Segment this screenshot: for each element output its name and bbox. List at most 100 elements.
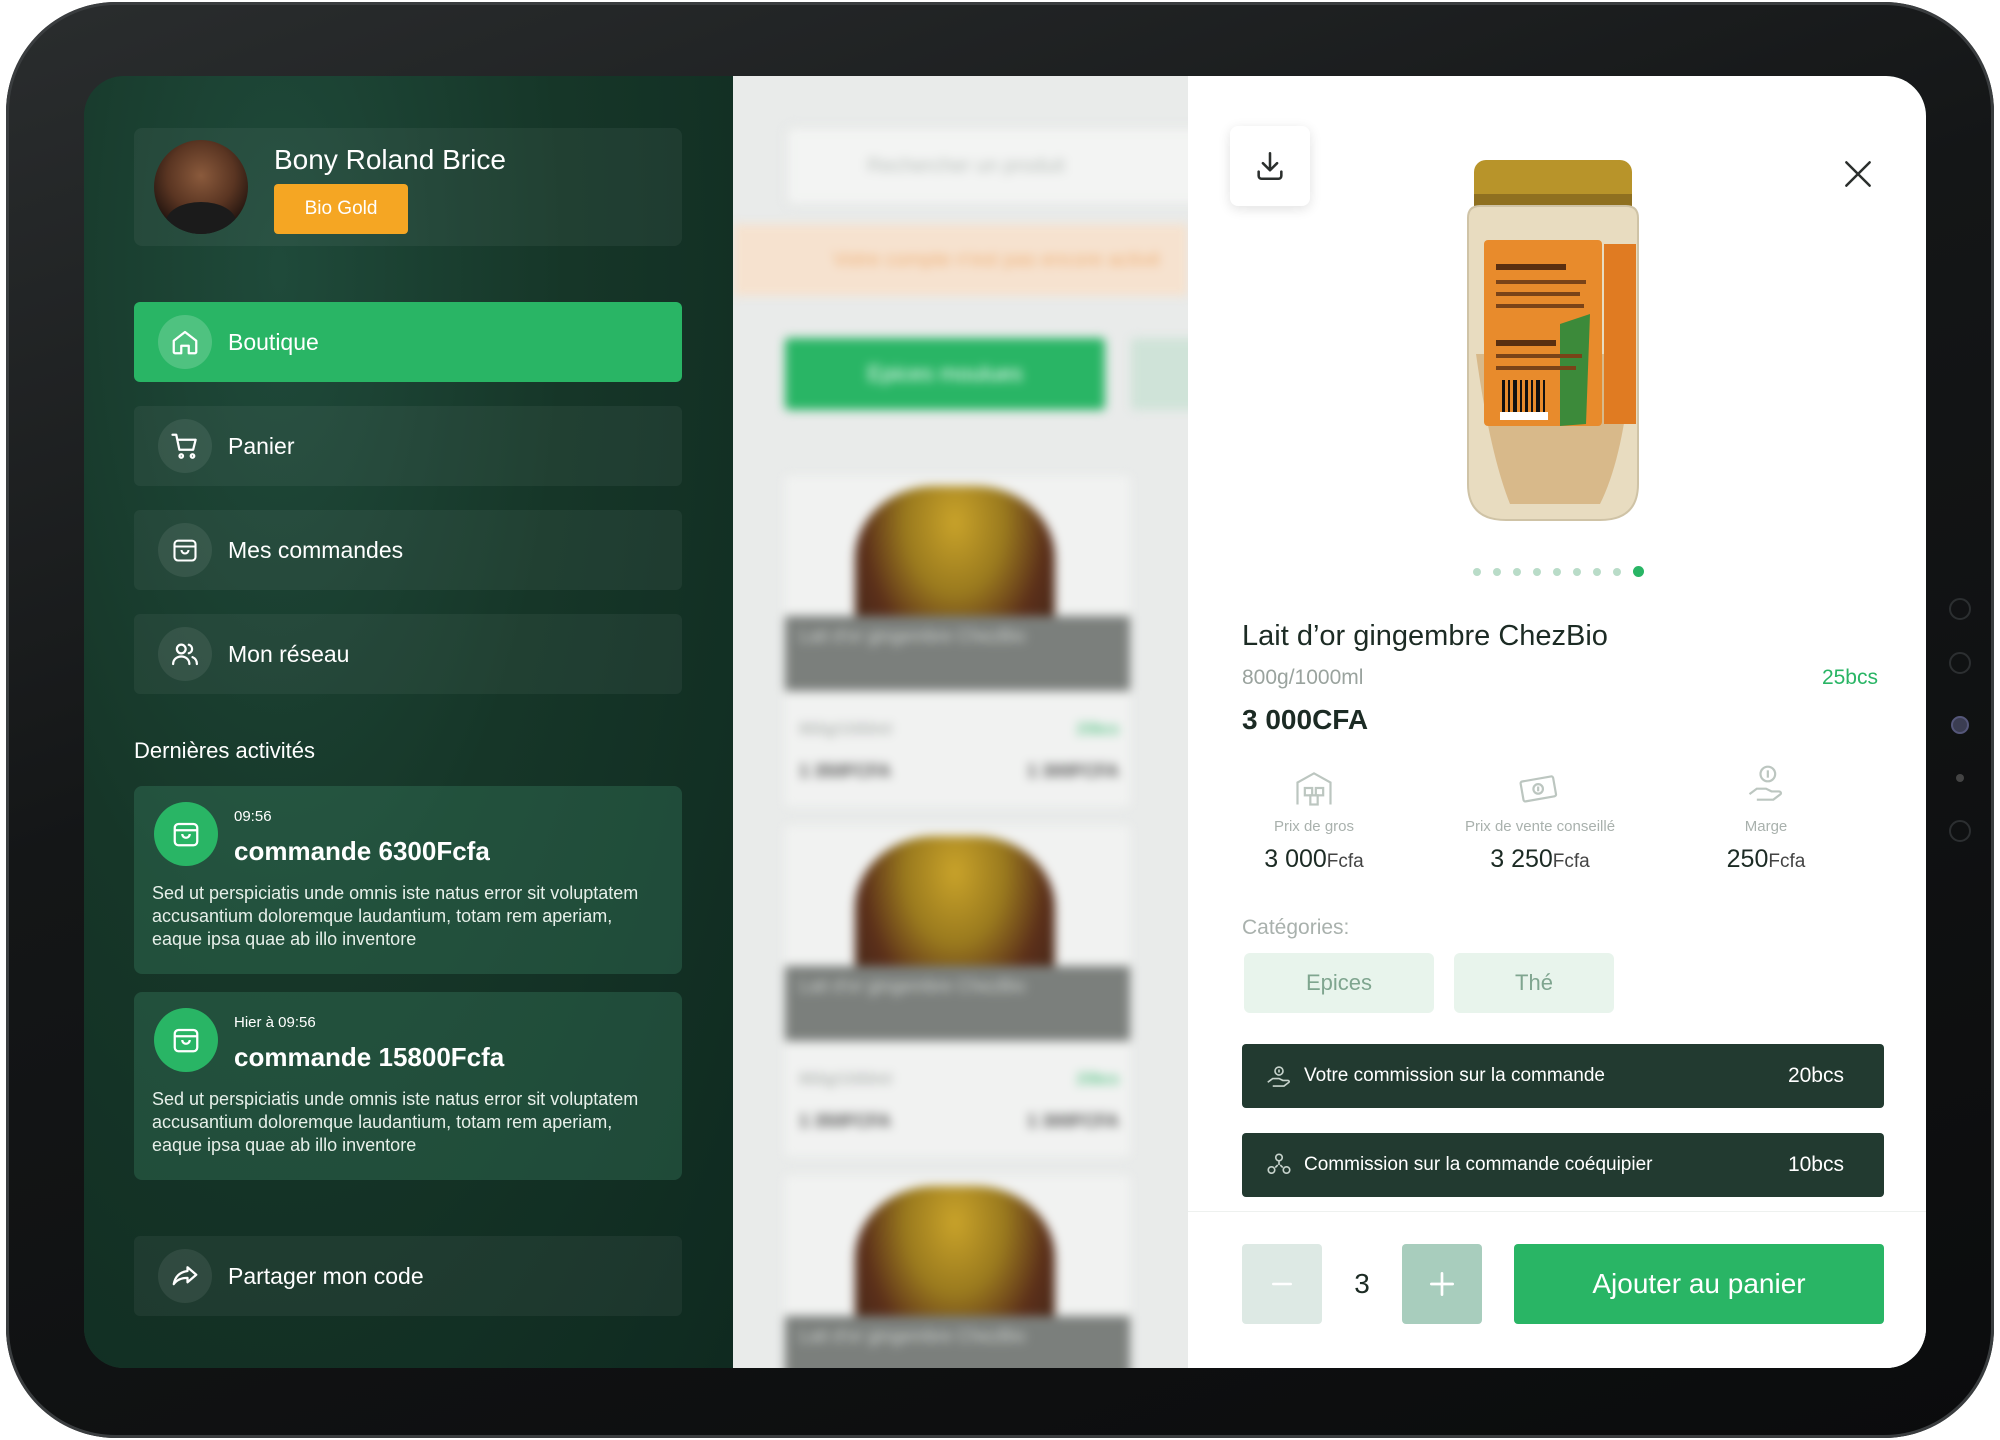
stat-value: 250Fcfa bbox=[1726, 845, 1806, 873]
product-detail-panel: Lait d’or gingembre ChezBio 800g/1000ml … bbox=[1188, 76, 1926, 1368]
activity-title: commande 6300Fcfa bbox=[234, 836, 490, 866]
commission-value: 20bcs bbox=[1787, 1064, 1844, 1087]
product-card: Lait d'or gingembre ChezBio 800g/1000ml 2… bbox=[785, 826, 1130, 1156]
product-bcs: 25bcs bbox=[1821, 666, 1878, 689]
users-icon bbox=[158, 627, 212, 681]
download-button[interactable] bbox=[1230, 126, 1310, 206]
product-card: Lait d'or gingembre ChezBio bbox=[785, 1176, 1130, 1368]
sidebar-item-mon-reseau[interactable]: Mon réseau bbox=[134, 614, 682, 694]
commission-label: Votre commission sur la commande bbox=[1304, 1065, 1605, 1086]
image-pagination-dot[interactable] bbox=[1473, 567, 1481, 576]
bag-icon bbox=[158, 523, 212, 577]
catalog-blur-layer: Rechercher un produit Votre compte n'est… bbox=[733, 76, 1188, 1368]
share-code-button[interactable]: Partager mon code bbox=[134, 1236, 682, 1316]
product-title: Lait d’or gingembre ChezBio bbox=[1242, 620, 1608, 652]
sidebar-item-panier[interactable]: Panier bbox=[134, 406, 682, 486]
activity-description: Sed ut perspiciatis unde omnis iste natu… bbox=[152, 883, 639, 949]
sidebar-item-label: Panier bbox=[228, 432, 295, 459]
image-pagination-dot[interactable] bbox=[1573, 567, 1581, 576]
quantity-value[interactable]: 3 bbox=[1322, 1244, 1402, 1324]
image-pagination[interactable] bbox=[1473, 566, 1644, 577]
add-to-cart-button[interactable]: Ajouter au panier bbox=[1514, 1244, 1884, 1324]
activity-description: Sed ut perspiciatis unde omnis iste natu… bbox=[152, 1089, 639, 1155]
download-icon bbox=[1257, 151, 1283, 181]
activity-time: 09:56 bbox=[234, 808, 272, 825]
sidebar-item-label: Boutique bbox=[228, 328, 319, 355]
home-icon bbox=[158, 315, 212, 369]
stat-recommended-price: Prix de vente conseillé 3 250Fcfa bbox=[1440, 756, 1640, 874]
product-card-name: Lait d'or gingembre ChezBio bbox=[785, 616, 1130, 691]
profile-card[interactable]: Bony Roland Brice Bio Gold bbox=[134, 128, 682, 246]
image-pagination-dot[interactable] bbox=[1533, 567, 1541, 576]
category-chip[interactable]: Thé bbox=[1454, 953, 1614, 1013]
profile-name: Bony Roland Brice bbox=[274, 144, 506, 175]
tablet-frame: Bony Roland Brice Bio Gold Boutique Pani… bbox=[6, 2, 1994, 1438]
product-card-name: Lait d'or gingembre ChezBio bbox=[785, 966, 1130, 1041]
image-pagination-dot[interactable] bbox=[1493, 567, 1501, 576]
image-pagination-dot[interactable] bbox=[1613, 567, 1621, 576]
product-image bbox=[1450, 154, 1656, 526]
commission-team: Commission sur la commande coéquipier 10… bbox=[1242, 1133, 1884, 1197]
membership-badge: Bio Gold bbox=[274, 184, 408, 234]
activity-item[interactable]: 09:56 commande 6300Fcfa Sed ut perspicia… bbox=[134, 786, 682, 974]
product-card-prices: 1 350FCFA 1 300FCFA bbox=[799, 1111, 1119, 1131]
image-pagination-dot[interactable] bbox=[1553, 567, 1561, 576]
avatar bbox=[154, 140, 248, 234]
share-code-label: Partager mon code bbox=[228, 1262, 424, 1289]
bag-icon bbox=[154, 1008, 218, 1072]
stat-margin: Marge 250Fcfa bbox=[1666, 756, 1866, 874]
sidebar-item-mes-commandes[interactable]: Mes commandes bbox=[134, 510, 682, 590]
activity-time: Hier à 09:56 bbox=[234, 1014, 316, 1031]
device-sensor bbox=[1949, 652, 1971, 674]
money-hand-icon bbox=[1666, 756, 1866, 810]
sidebar-item-boutique[interactable]: Boutique bbox=[134, 302, 682, 382]
sidebar: Bony Roland Brice Bio Gold Boutique Pani… bbox=[84, 76, 733, 1368]
stat-value: 3 250Fcfa bbox=[1490, 845, 1590, 873]
stat-label: Prix de gros bbox=[1273, 818, 1355, 835]
categories-label: Catégories: bbox=[1242, 916, 1350, 939]
image-pagination-dot[interactable] bbox=[1593, 567, 1601, 576]
category-chip[interactable]: Epices bbox=[1244, 953, 1434, 1013]
minus-icon bbox=[1272, 1282, 1292, 1286]
bag-icon bbox=[154, 802, 218, 866]
catalog-background: Rechercher un produit Votre compte n'est… bbox=[733, 76, 1188, 1368]
stat-value: 3 000Fcfa bbox=[1264, 845, 1364, 873]
category-tab: Epices moulues bbox=[785, 338, 1105, 410]
image-pagination-dot[interactable] bbox=[1513, 567, 1521, 576]
share-icon bbox=[158, 1249, 212, 1303]
commission-icon bbox=[1267, 1066, 1290, 1087]
close-button[interactable] bbox=[1838, 154, 1878, 194]
product-price: 3 000CFA bbox=[1242, 704, 1369, 735]
warehouse-icon bbox=[1214, 756, 1414, 810]
image-pagination-dot[interactable] bbox=[1633, 566, 1644, 577]
search-input: Rechercher un produit bbox=[785, 126, 1188, 206]
device-sensor bbox=[1949, 820, 1971, 842]
app-screen: Bony Roland Brice Bio Gold Boutique Pani… bbox=[84, 76, 1926, 1368]
commission-label: Commission sur la commande coéquipier bbox=[1304, 1154, 1653, 1175]
sidebar-item-label: Mon réseau bbox=[228, 640, 350, 667]
plus-icon bbox=[1430, 1272, 1454, 1296]
product-card: Lait d'or gingembre ChezBio 800g/1000ml 2… bbox=[785, 476, 1130, 806]
close-icon bbox=[1845, 161, 1871, 187]
product-quantity: 800g/1000ml bbox=[1242, 666, 1364, 689]
team-icon bbox=[1267, 1153, 1291, 1175]
category-tab bbox=[1131, 338, 1188, 410]
commission-own: Votre commission sur la commande 20bcs bbox=[1242, 1044, 1884, 1108]
activity-item[interactable]: Hier à 09:56 commande 15800Fcfa Sed ut p… bbox=[134, 992, 682, 1180]
decrease-quantity-button[interactable] bbox=[1242, 1244, 1322, 1324]
stat-wholesale-price: Prix de gros 3 000Fcfa bbox=[1214, 756, 1414, 874]
device-camera bbox=[1951, 716, 1969, 734]
sidebar-item-label: Mes commandes bbox=[228, 536, 404, 563]
stat-label: Prix de vente conseillé bbox=[1464, 818, 1616, 835]
product-card-meta: 800g/1000ml 20bcs bbox=[799, 1071, 1119, 1088]
product-card-prices: 1 350FCFA 1 300FCFA bbox=[799, 761, 1119, 781]
account-warning: Votre compte n'est pas encore activé bbox=[733, 224, 1188, 296]
device-sensor bbox=[1956, 774, 1964, 782]
device-sensor bbox=[1949, 598, 1971, 620]
banknote-icon bbox=[1440, 756, 1640, 810]
increase-quantity-button[interactable] bbox=[1402, 1244, 1482, 1324]
activity-title: commande 15800Fcfa bbox=[234, 1042, 505, 1072]
cart-icon bbox=[158, 419, 212, 473]
product-card-meta: 800g/1000ml 20bcs bbox=[799, 721, 1119, 738]
activities-title: Dernières activités bbox=[134, 738, 315, 763]
